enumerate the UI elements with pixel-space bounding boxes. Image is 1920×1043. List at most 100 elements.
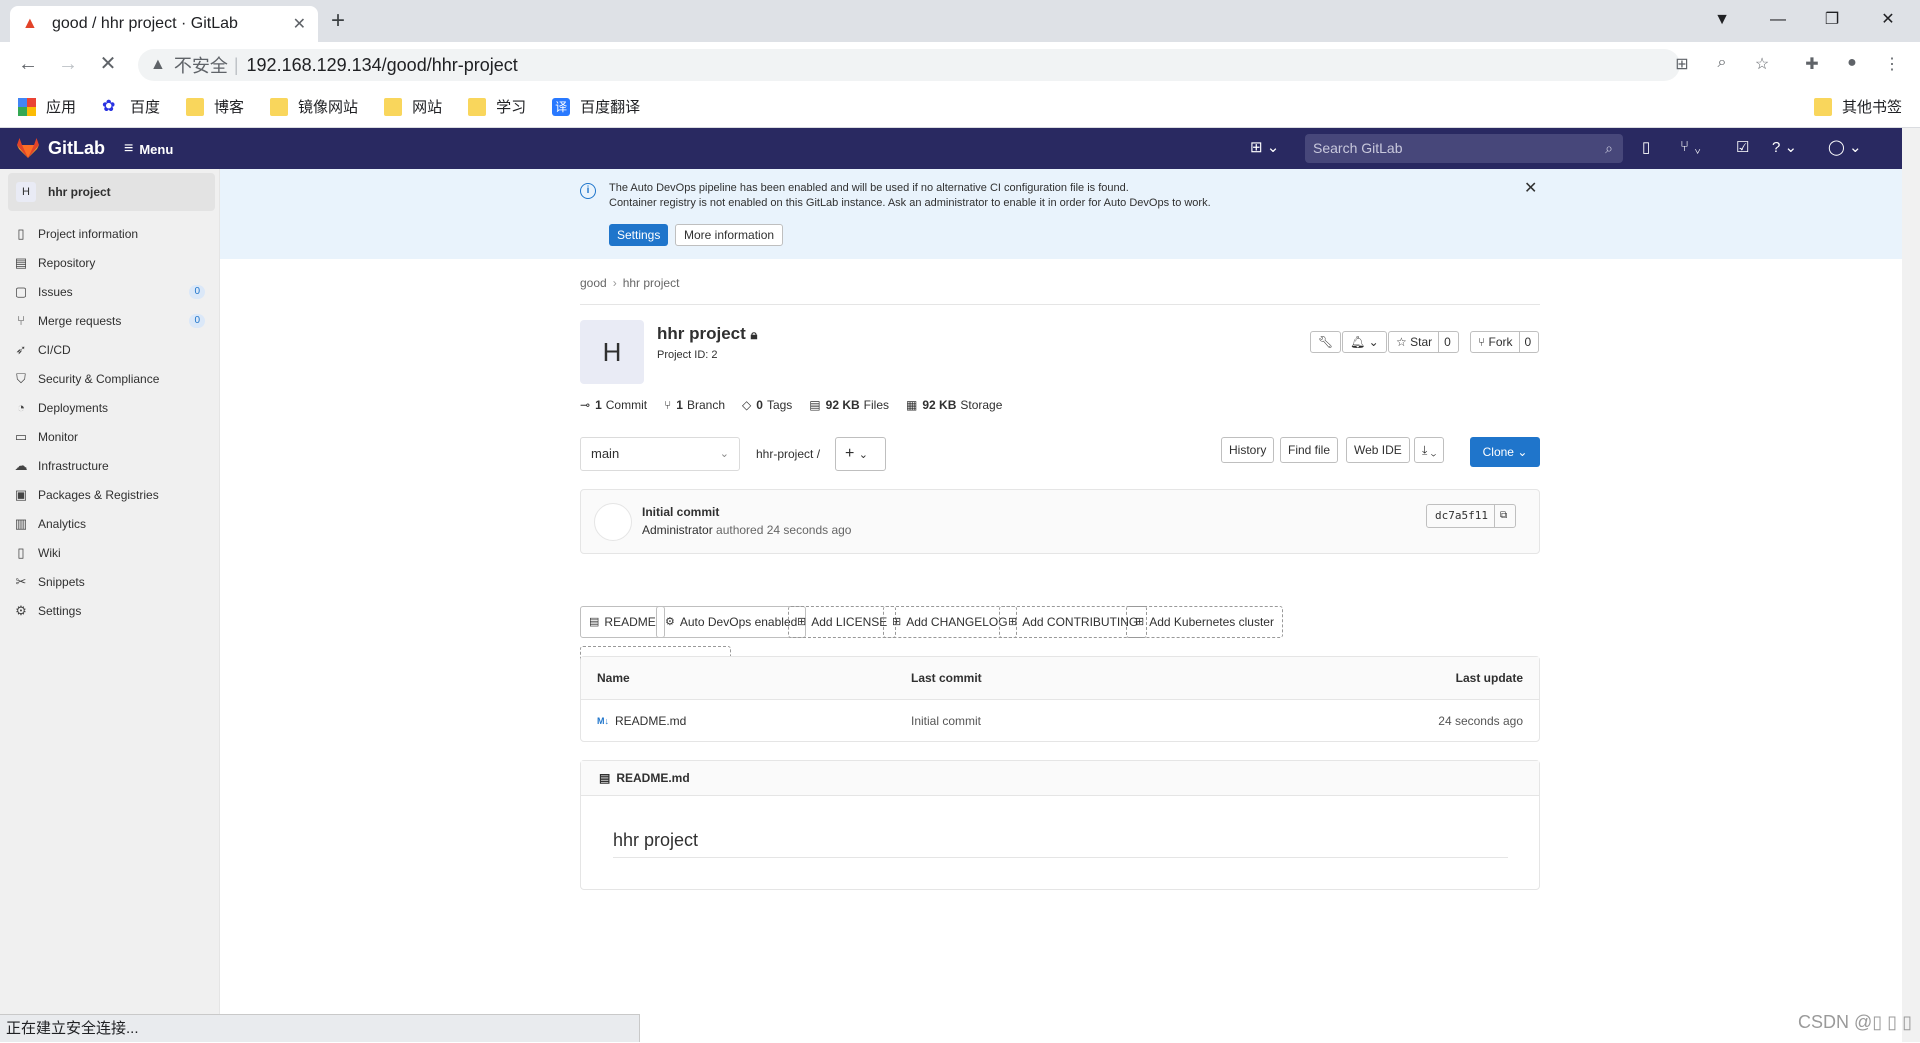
account-avatar-icon[interactable]: ● [1840, 54, 1864, 76]
star-button[interactable]: ☆ Star 0 [1388, 331, 1459, 353]
bookmark-folder-study[interactable]: 学习 [468, 96, 526, 117]
browser-menu-icon[interactable]: ⋮ [1880, 54, 1904, 76]
url-text[interactable]: 192.168.129.134/good/hhr-project [247, 55, 518, 76]
sidebar-item-packages[interactable]: ▣ Packages & Registries [0, 480, 219, 509]
copy-icon[interactable]: ⧉ [1493, 505, 1507, 527]
readme-filename[interactable]: README.md [616, 771, 689, 785]
stat-commits[interactable]: ⊸ 1 Commit [580, 398, 647, 412]
breadcrumb-project[interactable]: hhr project [623, 276, 680, 290]
close-window-icon[interactable]: ✕ [1866, 0, 1910, 42]
notification-button[interactable]: 🔔︎ ⌄ [1342, 331, 1387, 353]
stat-branches[interactable]: ⑂ 1 Branch [664, 398, 725, 412]
bookmark-baidu[interactable]: ✿ 百度 [102, 96, 160, 117]
extensions-icon[interactable]: ✚ [1800, 54, 1824, 76]
folder-icon [1813, 97, 1832, 116]
sidebar-item-settings[interactable]: ⚙ Settings [0, 596, 219, 625]
sidebar-item-repository[interactable]: ▤ Repository [0, 248, 219, 277]
bookmark-folder-sites[interactable]: 网站 [384, 96, 442, 117]
user-avatar-icon[interactable]: ◯ ⌄ [1828, 138, 1862, 156]
bookmark-folder-mirrors[interactable]: 镜像网站 [270, 96, 358, 117]
bookmark-apps[interactable]: 应用 [18, 96, 76, 117]
stat-storage[interactable]: ▦ 92 KB Storage [906, 398, 1002, 412]
bookmark-folder-blog[interactable]: 博客 [186, 96, 244, 117]
sidebar-item-deployments[interactable]: ◔ Deployments [0, 393, 219, 422]
gitlab-logo[interactable]: GitLab [16, 137, 105, 159]
file-name-cell[interactable]: M↓ README.md [597, 714, 686, 728]
alert-settings-button[interactable]: Settings [609, 224, 669, 246]
search-input[interactable]: Search GitLab ⌕ [1305, 134, 1623, 163]
readme-button[interactable]: ▤ README [580, 606, 665, 638]
translate-icon[interactable]: ⊞ [1670, 54, 1694, 76]
bookmark-label: 学习 [496, 99, 527, 116]
clone-button[interactable]: Clone ⌄ [1470, 437, 1540, 467]
sidebar-item-security[interactable]: ⛉ Security & Compliance [0, 364, 219, 393]
sidebar-item-wiki[interactable]: ▯ Wiki [0, 538, 219, 567]
page-scrollbar[interactable] [1902, 128, 1920, 1042]
alert-more-info-button[interactable]: More information [675, 224, 784, 246]
commit-sha[interactable]: dc7a5f11 ⧉ [1426, 504, 1517, 528]
sidebar-item-project-information[interactable]: ▯ Project information [0, 219, 219, 248]
new-tab-button[interactable]: + [324, 8, 352, 36]
sidebar-item-cicd[interactable]: ➶ CI/CD [0, 335, 219, 364]
commit-title[interactable]: Initial commit [642, 505, 719, 519]
help-icon[interactable]: ? ⌄ [1772, 138, 1797, 156]
file-commit-cell[interactable]: Initial commit [911, 714, 981, 728]
sidebar-item-infrastructure[interactable]: ☁ Infrastructure [0, 451, 219, 480]
project-title: hhr project [657, 324, 746, 343]
todos-icon[interactable]: ☑ [1736, 138, 1749, 156]
create-new-icon[interactable]: ⊞ ⌄ [1250, 138, 1279, 156]
add-changelog-button[interactable]: ⊞ Add CHANGELOG [883, 606, 1017, 638]
sidebar-item-analytics[interactable]: ▥ Analytics [0, 509, 219, 538]
fork-label: Fork [1488, 335, 1513, 349]
add-contributing-button[interactable]: ⊞ Add CONTRIBUTING [999, 606, 1148, 638]
add-kubernetes-button[interactable]: ⊞ Add Kubernetes cluster [1126, 606, 1283, 638]
fork-button[interactable]: ⑂ Fork 0 [1470, 331, 1540, 353]
merge-icon: ⑂ [17, 313, 25, 328]
admin-wrench-button[interactable]: 🔧︎ [1310, 331, 1342, 353]
add-license-button[interactable]: ⊞ Add LICENSE [788, 606, 897, 638]
sidebar-item-merge-requests[interactable]: ⑂ Merge requests 0 [0, 306, 219, 335]
other-bookmarks[interactable]: 其他书签 [1813, 96, 1902, 117]
sidebar-item-label: Monitor [38, 429, 79, 444]
history-button[interactable]: History [1221, 437, 1275, 463]
download-button[interactable]: ⤓ ⌄ [1414, 437, 1445, 463]
bookmark-label: 应用 [46, 99, 77, 116]
browser-tab[interactable]: ▲ good / hhr project · GitLab ✕ [10, 6, 318, 42]
sidebar-project-header[interactable]: H hhr project [8, 173, 215, 211]
table-row[interactable]: M↓ README.md Initial commit 24 seconds ag… [581, 700, 1539, 742]
stat-tags[interactable]: ◇ 0 Tags [742, 398, 792, 412]
stop-loading-icon[interactable]: ✕ [94, 50, 122, 78]
restore-icon[interactable]: ❐ [1810, 0, 1854, 42]
add-to-tree-button[interactable]: + ⌄ [835, 437, 886, 471]
web-ide-button[interactable]: Web IDE [1346, 437, 1410, 463]
profile-dropdown-icon[interactable]: ▼ [1700, 0, 1744, 42]
stat-files[interactable]: ▤ 92 KB Files [809, 398, 889, 412]
zoom-icon[interactable]: ⌕ [1710, 54, 1734, 76]
commit-author[interactable]: Administrator [642, 523, 713, 537]
back-icon[interactable]: ← [14, 50, 42, 78]
book-icon: ▯ [17, 544, 25, 560]
star-bookmark-icon[interactable]: ☆ [1750, 54, 1774, 76]
forward-icon[interactable]: → [54, 50, 82, 78]
readme-panel: ▤ README.md hhr project [580, 760, 1540, 890]
close-tab-icon[interactable]: ✕ [293, 14, 306, 34]
project-sidebar: H hhr project ▯ Project information ▤ Repo… [0, 169, 220, 1042]
find-file-button[interactable]: Find file [1280, 437, 1339, 463]
branch-selector[interactable]: main ⌄ [580, 437, 740, 471]
plus-square-icon: ⊞ [1135, 616, 1145, 628]
info-circle-icon: i [580, 183, 596, 199]
breadcrumb-group[interactable]: good [580, 276, 607, 290]
merge-requests-nav-icon[interactable]: ⑂ ⌄ [1680, 138, 1702, 155]
sidebar-item-issues[interactable]: ▢ Issues 0 [0, 277, 219, 306]
bookmark-baidu-translate[interactable]: 译 百度翻译 [552, 96, 640, 117]
sidebar-item-monitor[interactable]: ▭ Monitor [0, 422, 219, 451]
issues-nav-icon[interactable]: ▯ [1642, 138, 1650, 156]
close-icon[interactable]: ✕ [1524, 178, 1537, 198]
apps-grid-icon [18, 97, 36, 116]
minimize-icon[interactable]: — [1756, 0, 1800, 42]
sidebar-item-snippets[interactable]: ✂ Snippets [0, 567, 219, 596]
auto-devops-button[interactable]: ⚙ Auto DevOps enabled [656, 606, 807, 638]
fork-icon: ⑂ [1478, 335, 1486, 349]
menu-button[interactable]: ≡ Menu [124, 140, 173, 158]
address-bar[interactable]: ▲ 不安全 | 192.168.129.134/good/hhr-project [138, 49, 1680, 81]
